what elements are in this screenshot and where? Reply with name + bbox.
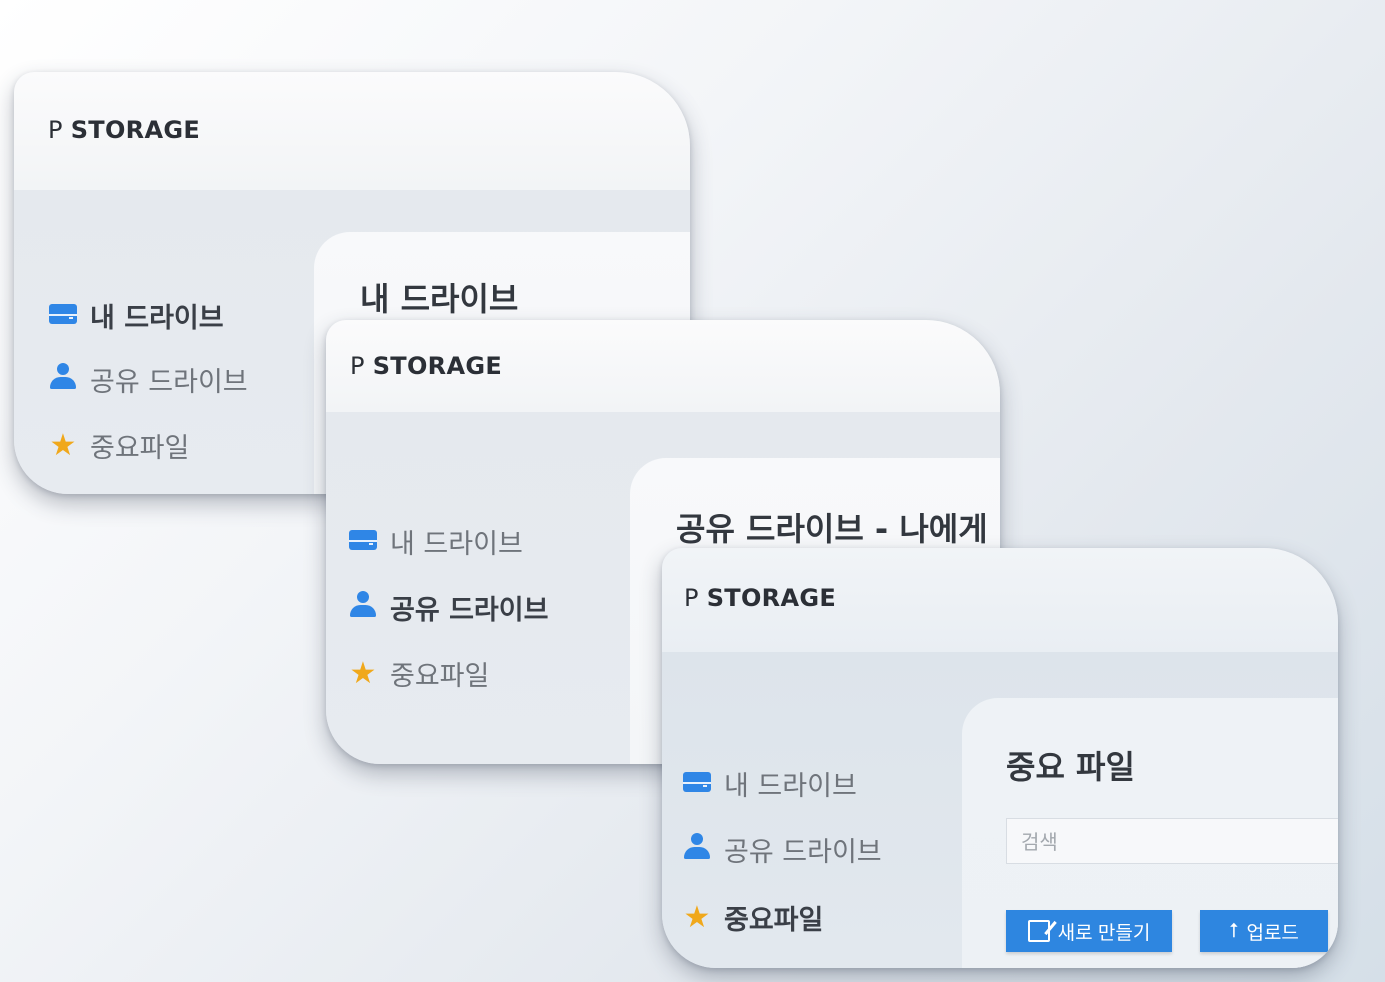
sidebar-item-label: 공유 드라이브 (390, 595, 549, 626)
page-title: 중요 파일 (1006, 748, 1135, 786)
page-title: 공유 드라이브 - 나에게 (676, 510, 988, 548)
upload-button[interactable]: ⭡ 업로드 (1200, 910, 1328, 952)
app-header: P STORAGE (662, 548, 1338, 652)
app-body: 내 드라이브 공유 드라이브 ★ 중요파일 중요 파일 검색 새로 만들기 ⭡ … (662, 652, 1338, 968)
sidebar-item-important[interactable]: ★ 중요파일 (348, 654, 490, 693)
sidebar-item-important[interactable]: ★ 중요파일 (48, 426, 190, 465)
star-icon: ★ (683, 899, 711, 935)
edit-icon (1027, 920, 1050, 942)
new-button[interactable]: 새로 만들기 (1006, 910, 1172, 952)
sidebar-item-important[interactable]: ★ 중요파일 (682, 898, 824, 937)
sidebar-item-my-drive[interactable]: 내 드라이브 (348, 522, 523, 561)
sidebar-item-label: 중요파일 (90, 433, 190, 464)
sidebar-item-shared-drive[interactable]: 공유 드라이브 (48, 360, 248, 399)
sidebar-item-label: 중요파일 (724, 905, 824, 936)
sidebar-item-label: 내 드라이브 (390, 529, 523, 560)
sidebar-item-label: 중요파일 (390, 661, 490, 692)
sidebar-item-label: 공유 드라이브 (90, 367, 248, 398)
user-icon (348, 591, 378, 624)
new-button-label: 새로 만들기 (1057, 922, 1151, 944)
brand-logo[interactable]: P STORAGE (350, 352, 502, 380)
star-icon: ★ (49, 427, 77, 463)
upload-button-label: 업로드 (1246, 922, 1299, 944)
page-title: 내 드라이브 (360, 280, 519, 318)
main-panel: 중요 파일 검색 새로 만들기 ⭡ 업로드 (962, 698, 1338, 968)
search-input[interactable]: 검색 (1006, 818, 1338, 864)
brand-logo[interactable]: P STORAGE (684, 584, 836, 612)
drive-icon (682, 768, 712, 799)
sidebar-item-label: 공유 드라이브 (724, 837, 882, 868)
app-header: P STORAGE (14, 72, 690, 190)
upload-icon: ⭡ (1229, 919, 1239, 942)
user-icon (682, 833, 712, 866)
screen-card-important: P STORAGE 내 드라이브 공유 드라이브 ★ 중요파일 중요 파일 검색… (662, 548, 1338, 968)
star-icon: ★ (349, 655, 377, 691)
sidebar-item-label: 내 드라이브 (90, 303, 224, 334)
sidebar-item-my-drive[interactable]: 내 드라이브 (48, 296, 224, 335)
drive-icon (348, 526, 378, 557)
app-header: P STORAGE (326, 320, 1000, 412)
sidebar-item-my-drive[interactable]: 내 드라이브 (682, 764, 857, 803)
sidebar-item-label: 내 드라이브 (724, 771, 857, 802)
sidebar-item-shared-drive[interactable]: 공유 드라이브 (682, 830, 882, 869)
drive-icon (48, 300, 78, 331)
sidebar-item-shared-drive[interactable]: 공유 드라이브 (348, 588, 548, 627)
brand-logo[interactable]: P STORAGE (48, 116, 200, 144)
user-icon (48, 363, 78, 396)
